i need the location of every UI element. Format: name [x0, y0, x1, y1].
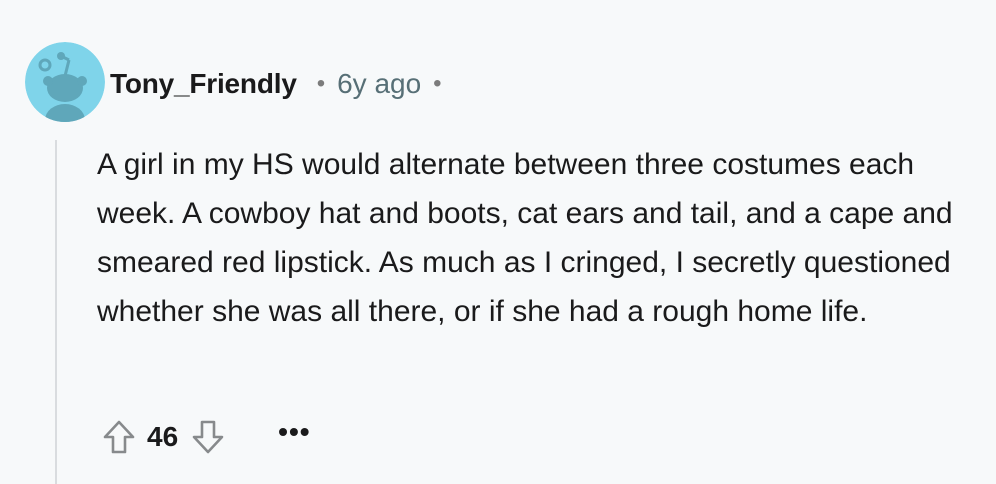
arrow-down-icon — [192, 420, 224, 454]
upvote-button[interactable] — [97, 415, 141, 459]
separator-dot: • — [316, 70, 326, 97]
timestamp[interactable]: 6y ago — [337, 68, 421, 100]
more-options-button[interactable]: ••• — [278, 418, 310, 456]
snoo-avatar-icon — [25, 42, 105, 122]
thread-line[interactable] — [55, 140, 57, 484]
comment-body: A girl in my HS would alternate between … — [97, 148, 953, 328]
comment: Tony_Friendly • 6y ago • A girl in my HS… — [0, 0, 996, 484]
avatar[interactable] — [25, 42, 105, 122]
downvote-button[interactable] — [186, 415, 230, 459]
vote-score: 46 — [147, 421, 179, 452]
comment-actions: 46 ••• — [97, 414, 311, 460]
arrow-up-icon — [103, 420, 135, 454]
comment-header: Tony_Friendly • 6y ago • — [110, 62, 442, 106]
separator-dot-trailing: • — [433, 70, 442, 97]
username-link[interactable]: Tony_Friendly — [110, 68, 297, 100]
